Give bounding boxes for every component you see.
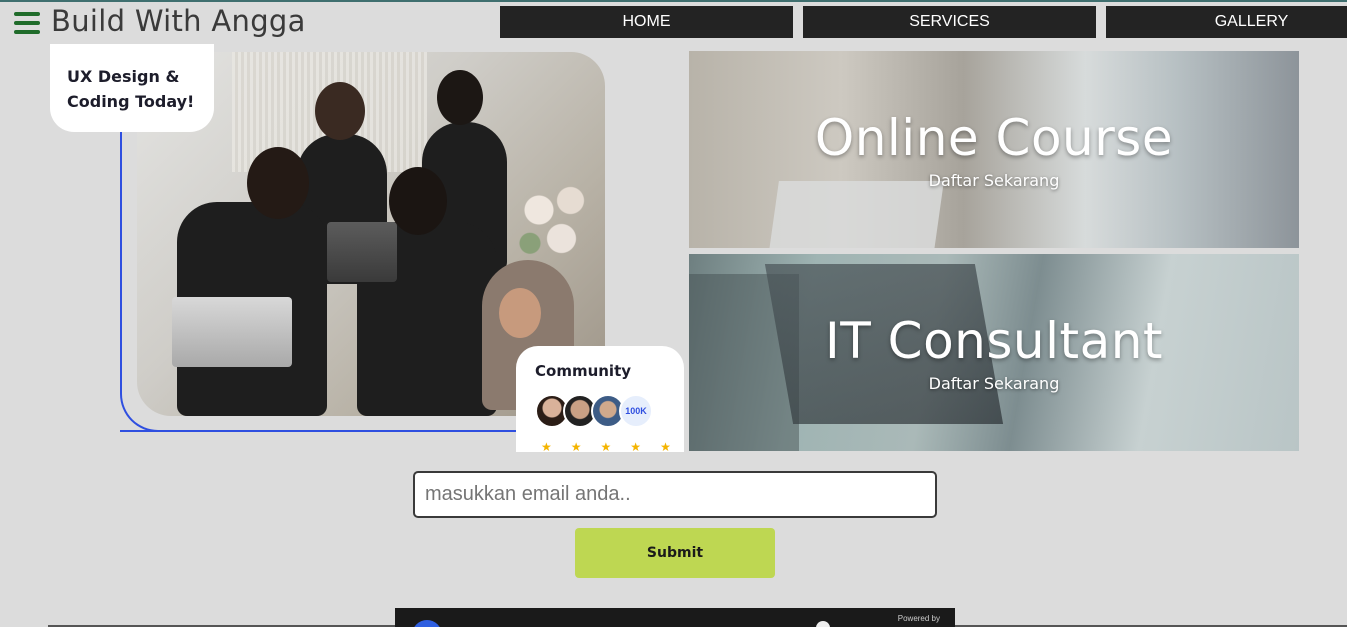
member-count-badge: 100K bbox=[619, 394, 653, 428]
tagline-line-2: Coding Today! bbox=[67, 92, 195, 111]
brand-logo-text[interactable]: Build With Angga bbox=[51, 4, 306, 38]
star-icon: ★ bbox=[541, 440, 552, 454]
panel-title: IT Consultant bbox=[824, 312, 1164, 370]
nav-gallery[interactable]: GALLERY bbox=[1106, 6, 1347, 38]
laptop bbox=[172, 297, 292, 367]
star-icon: ★ bbox=[660, 440, 671, 454]
star-icon: ★ bbox=[630, 440, 642, 454]
powered-by-label: Powered by bbox=[897, 614, 940, 623]
submit-button[interactable]: Submit bbox=[575, 528, 775, 578]
video-embed[interactable]: Powered by bbox=[395, 608, 955, 627]
tagline-line-1: UX Design & bbox=[67, 67, 180, 86]
community-title: Community bbox=[535, 362, 632, 380]
laptop bbox=[327, 222, 397, 282]
rating-stars: ★ ★ ★ ★ ★ bbox=[541, 441, 671, 453]
star-icon: ★ bbox=[600, 440, 612, 454]
star-icon: ★ bbox=[570, 440, 582, 454]
person-head bbox=[247, 147, 309, 219]
email-input[interactable] bbox=[413, 471, 937, 518]
nav-services[interactable]: SERVICES bbox=[803, 6, 1096, 38]
laptop-background-shape bbox=[769, 181, 944, 248]
hamburger-menu-icon[interactable] bbox=[14, 12, 40, 34]
video-control-dot[interactable] bbox=[816, 621, 830, 627]
person-face bbox=[499, 288, 541, 338]
panel-cta[interactable]: Daftar Sekarang bbox=[929, 374, 1060, 393]
panel-title: Online Course bbox=[814, 109, 1174, 167]
online-course-panel[interactable]: Online Course Daftar Sekarang bbox=[689, 51, 1299, 248]
nav-home[interactable]: HOME bbox=[500, 6, 793, 38]
flower-vase bbox=[512, 172, 602, 267]
person-head bbox=[315, 82, 365, 140]
it-consultant-panel[interactable]: IT Consultant Daftar Sekarang bbox=[689, 254, 1299, 451]
community-avatars: 100K bbox=[535, 394, 653, 428]
top-border bbox=[0, 0, 1347, 2]
panel-cta[interactable]: Daftar Sekarang bbox=[929, 171, 1060, 190]
tagline-card: UX Design & Coding Today! bbox=[50, 44, 214, 132]
person-head bbox=[437, 70, 483, 125]
person-head bbox=[389, 167, 447, 235]
community-card: Community 100K ★ ★ ★ ★ ★ bbox=[516, 346, 684, 453]
play-icon[interactable] bbox=[412, 620, 442, 627]
